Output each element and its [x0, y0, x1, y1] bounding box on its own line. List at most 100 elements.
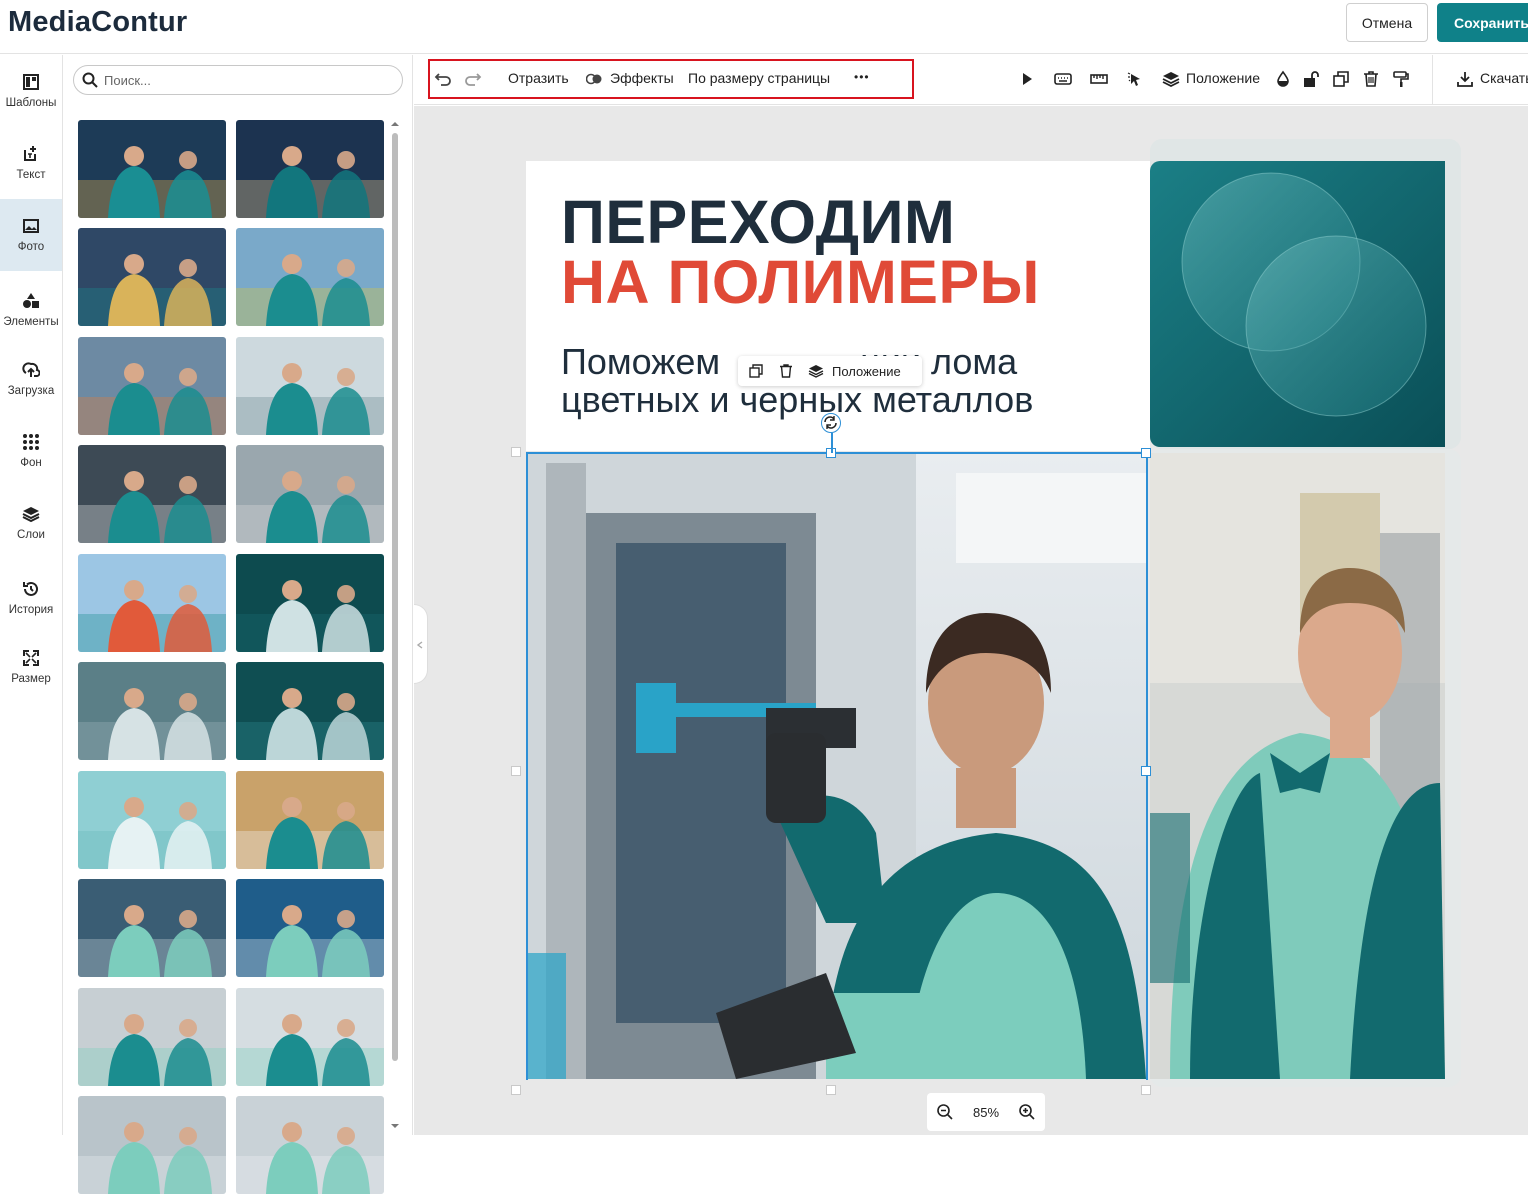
- nav-text-label: Текст: [16, 169, 46, 181]
- search-icon: [82, 72, 98, 88]
- panel-collapse-handle[interactable]: [414, 604, 428, 684]
- nav-photo[interactable]: Фото: [0, 199, 62, 271]
- save-button[interactable]: Сохранить: [1437, 3, 1528, 42]
- download-button[interactable]: Скачать: [1480, 70, 1528, 86]
- headline-line1[interactable]: ПЕРЕХОДИМ: [561, 191, 955, 253]
- photo-thumbnail[interactable]: [78, 337, 226, 435]
- fit-to-page-button[interactable]: По размеру страницы: [688, 70, 830, 86]
- photo-thumbnail[interactable]: [236, 879, 384, 977]
- text-block[interactable]: ПЕРЕХОДИМ НА ПОЛИМЕРЫ Поможем ции лома ц…: [526, 161, 1150, 451]
- photo-thumbnail[interactable]: [78, 1096, 226, 1194]
- delete-icon[interactable]: [1362, 70, 1380, 88]
- effects-button[interactable]: Эффекты: [610, 70, 674, 86]
- photo-thumbnail[interactable]: [236, 120, 384, 218]
- thumbnail-image: [236, 228, 384, 326]
- panel-scrollbar[interactable]: [389, 117, 401, 1133]
- headline-line2[interactable]: НА ПОЛИМЕРЫ: [561, 251, 1040, 313]
- canvas-area[interactable]: ПЕРЕХОДИМ НА ПОЛИМЕРЫ Поможем ции лома ц…: [414, 106, 1528, 1135]
- duplicate-icon[interactable]: [1332, 70, 1350, 88]
- paint-roller-icon[interactable]: [1392, 70, 1410, 88]
- search-box[interactable]: [73, 65, 403, 95]
- scroll-down-icon[interactable]: [389, 1121, 401, 1131]
- upload-icon: [22, 362, 40, 377]
- ruler-icon[interactable]: [1090, 70, 1108, 88]
- photo-thumbnail[interactable]: [236, 771, 384, 869]
- photo-thumbnail[interactable]: [236, 445, 384, 543]
- teal-circles-graphic[interactable]: [1150, 161, 1445, 447]
- rotate-icon: [824, 416, 837, 429]
- resize-handle-tl[interactable]: [511, 447, 521, 457]
- thumbnail-image: [236, 879, 384, 977]
- thumbnail-image: [78, 662, 226, 760]
- more-options-button[interactable]: •••: [854, 70, 870, 84]
- photo-thumbnail[interactable]: [236, 988, 384, 1086]
- nav-background[interactable]: Фон: [0, 415, 62, 487]
- nav-upload[interactable]: Загрузка: [0, 343, 62, 415]
- thumbnail-image: [78, 554, 226, 652]
- flip-button[interactable]: Отразить: [508, 70, 569, 86]
- keyboard-icon[interactable]: [1054, 70, 1072, 88]
- rotate-handle[interactable]: [821, 413, 841, 433]
- zoom-in-icon[interactable]: [1018, 1103, 1036, 1121]
- unlock-icon[interactable]: [1302, 70, 1320, 88]
- secondary-photo[interactable]: [1150, 453, 1445, 1079]
- photo-thumbnail[interactable]: [236, 554, 384, 652]
- undo-icon[interactable]: [434, 70, 452, 88]
- layers-icon: [22, 507, 40, 523]
- scroll-thumb[interactable]: [392, 133, 398, 1061]
- position-button[interactable]: Положение: [1186, 70, 1260, 86]
- photo-thumbnail[interactable]: [78, 554, 226, 652]
- layers-position-icon: [1162, 72, 1180, 88]
- nav-upload-label: Загрузка: [7, 385, 55, 397]
- nav-resize-label: Размер: [11, 673, 51, 685]
- search-input[interactable]: [104, 72, 384, 88]
- photo-thumbnail[interactable]: [78, 771, 226, 869]
- resize-handle-bottom[interactable]: [826, 1085, 836, 1095]
- cursor-animation-icon[interactable]: [1126, 70, 1144, 88]
- zoom-out-icon[interactable]: [936, 1103, 954, 1121]
- thumbnail-image: [236, 771, 384, 869]
- thumbnail-image: [78, 228, 226, 326]
- nav-elements-label: Элементы: [3, 316, 59, 328]
- duplicate-icon[interactable]: [748, 363, 764, 379]
- app-header: MediaContur Отмена Сохранить: [0, 0, 1528, 54]
- photo-thumbnail[interactable]: [78, 120, 226, 218]
- delete-icon[interactable]: [778, 363, 794, 379]
- layers-icon: [808, 365, 824, 378]
- toolbar-divider: [1432, 55, 1433, 105]
- thumbnail-image: [78, 120, 226, 218]
- nav-templates[interactable]: Шаблоны: [0, 55, 62, 127]
- resize-handle-br[interactable]: [1141, 1085, 1151, 1095]
- context-position-button[interactable]: Положение: [832, 364, 901, 379]
- resize-handle-left[interactable]: [511, 766, 521, 776]
- selection-right-edge[interactable]: [1146, 452, 1148, 1080]
- thumbnail-image: [78, 771, 226, 869]
- resize-icon: [23, 650, 39, 666]
- element-context-toolbar: Положение: [738, 356, 922, 386]
- nav-elements[interactable]: Элементы: [0, 274, 62, 346]
- photo-thumbnail[interactable]: [236, 228, 384, 326]
- main-lab-photo[interactable]: [526, 453, 1146, 1079]
- redo-icon[interactable]: [464, 70, 482, 88]
- nav-history-label: История: [8, 604, 54, 616]
- design-page[interactable]: ПЕРЕХОДИМ НА ПОЛИМЕРЫ Поможем ции лома ц…: [511, 139, 1461, 1095]
- elements-icon: [23, 293, 39, 308]
- photo-thumbnail[interactable]: [236, 1096, 384, 1194]
- photo-thumbnail[interactable]: [78, 662, 226, 760]
- play-icon[interactable]: [1018, 70, 1036, 88]
- opacity-icon[interactable]: [1274, 70, 1292, 88]
- nav-layers[interactable]: Слои: [0, 487, 62, 559]
- nav-history[interactable]: История: [0, 562, 62, 634]
- photo-thumbnail[interactable]: [236, 662, 384, 760]
- photo-thumbnail[interactable]: [78, 445, 226, 543]
- photo-thumbnail[interactable]: [78, 988, 226, 1086]
- scroll-up-icon[interactable]: [389, 119, 401, 129]
- nav-resize[interactable]: Размер: [0, 631, 62, 703]
- rotate-connector: [831, 433, 833, 453]
- photo-thumbnail[interactable]: [78, 879, 226, 977]
- cancel-button[interactable]: Отмена: [1346, 3, 1428, 42]
- resize-handle-bl[interactable]: [511, 1085, 521, 1095]
- nav-text[interactable]: Текст: [0, 127, 62, 199]
- photo-thumbnail[interactable]: [236, 337, 384, 435]
- photo-thumbnail[interactable]: [78, 228, 226, 326]
